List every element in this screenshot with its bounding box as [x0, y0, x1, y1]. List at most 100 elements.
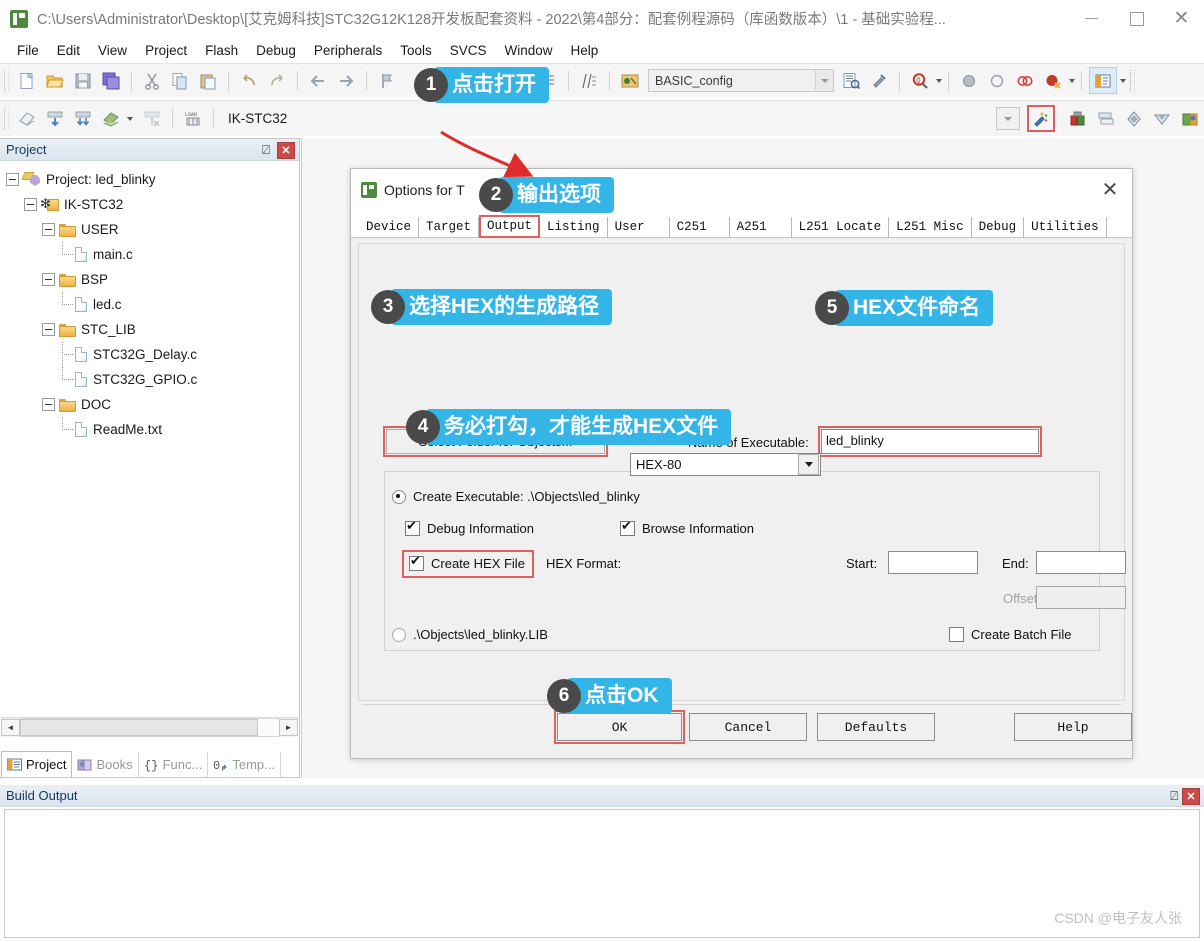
tab-a251[interactable]: A251	[730, 217, 792, 238]
cancel-button[interactable]: Cancel	[689, 713, 807, 741]
redo-button[interactable]	[264, 68, 290, 93]
multi-project-button[interactable]	[1093, 106, 1119, 131]
tree-item-group-doc[interactable]: DOC	[6, 392, 299, 417]
help-button[interactable]: Help	[1014, 713, 1132, 741]
defaults-button[interactable]: Defaults	[817, 713, 935, 741]
scroll-left-icon[interactable]: ◄	[1, 719, 20, 736]
books-button[interactable]	[1177, 106, 1203, 131]
close-icon[interactable]: ✕	[1182, 788, 1200, 805]
maximize-button[interactable]	[1114, 0, 1159, 37]
translate-file-button[interactable]	[14, 106, 40, 131]
navigate-back-button[interactable]	[305, 68, 331, 93]
download-to-flash-button[interactable]: LOAD	[180, 106, 206, 131]
target-selector-combo[interactable]	[996, 107, 1020, 130]
expander-minus-icon[interactable]	[24, 198, 37, 211]
tab-debug[interactable]: Debug	[972, 217, 1025, 238]
chevron-down-icon[interactable]	[798, 454, 819, 475]
cut-button[interactable]	[139, 68, 165, 93]
create-hex-file-row[interactable]: Create HEX File	[402, 550, 534, 578]
insert-breakpoint-button[interactable]	[956, 68, 982, 93]
chevron-down-icon[interactable]	[936, 78, 942, 83]
new-file-button[interactable]	[14, 68, 40, 93]
project-window-toggle-button[interactable]	[1089, 67, 1117, 94]
chevron-down-icon[interactable]	[997, 109, 1018, 128]
manage-run-time-button[interactable]	[1149, 106, 1175, 131]
batch-build-button[interactable]	[98, 106, 124, 131]
tab-l251-misc[interactable]: L251 Misc	[889, 217, 972, 238]
name-of-executable-input[interactable]: led_blinky	[818, 426, 1042, 457]
close-window-button[interactable]: ✕	[1159, 0, 1204, 37]
create-hex-file-checkbox[interactable]	[409, 554, 424, 571]
tree-item-project[interactable]: Project: led_blinky	[6, 167, 299, 192]
tab-project[interactable]: Project	[1, 751, 73, 777]
expander-minus-icon[interactable]	[6, 173, 19, 186]
tab-utilities[interactable]: Utilities	[1024, 217, 1107, 238]
end-input[interactable]	[1036, 551, 1126, 574]
tab-functions[interactable]: {} Func...	[139, 752, 209, 777]
options-for-target-button[interactable]	[1027, 105, 1055, 132]
ok-button[interactable]: OK	[554, 710, 685, 744]
tab-user[interactable]: User	[608, 217, 670, 238]
tab-target[interactable]: Target	[419, 217, 480, 238]
scroll-thumb[interactable]	[20, 719, 258, 736]
pack-installer-button[interactable]	[1121, 106, 1147, 131]
save-all-button[interactable]	[98, 68, 124, 93]
tree-item-target[interactable]: IK-STC32	[6, 192, 299, 217]
tree-item-file-main-c[interactable]: main.c	[6, 242, 299, 267]
browse-information-row[interactable]: Browse Information	[620, 519, 754, 536]
tab-listing[interactable]: Listing	[540, 217, 608, 238]
tree-item-file-stc32g-gpio-c[interactable]: STC32G_GPIO.c	[6, 367, 299, 392]
rebuild-all-button[interactable]	[70, 106, 96, 131]
browse-information-checkbox[interactable]	[620, 519, 635, 536]
tree-item-file-led-c[interactable]: led.c	[6, 292, 299, 317]
kill-breakpoint-button[interactable]	[984, 68, 1010, 93]
hex-format-combo[interactable]: HEX-80	[630, 453, 821, 476]
open-file-button[interactable]	[42, 68, 68, 93]
chevron-down-icon[interactable]	[1069, 78, 1075, 83]
menu-item-peripherals[interactable]: Peripherals	[305, 41, 391, 60]
tab-c251[interactable]: C251	[670, 217, 730, 238]
dialog-close-button[interactable]: ✕	[1094, 174, 1126, 204]
find-in-files-button[interactable]: Q	[907, 68, 933, 93]
scroll-track[interactable]	[20, 718, 279, 737]
tab-device[interactable]: Device	[359, 217, 420, 238]
tab-books[interactable]: Books	[72, 752, 139, 777]
expander-minus-icon[interactable]	[42, 223, 55, 236]
toolbar-grip[interactable]	[1130, 70, 1135, 91]
offset-input[interactable]	[1036, 586, 1126, 609]
menu-item-flash[interactable]: Flash	[196, 41, 247, 60]
navigate-forward-button[interactable]	[333, 68, 359, 93]
debug-information-row[interactable]: Debug Information	[405, 519, 534, 536]
toolbar-grip[interactable]	[4, 70, 9, 91]
menu-item-tools[interactable]: Tools	[391, 41, 441, 60]
debug-information-checkbox[interactable]	[405, 519, 420, 536]
menu-item-project[interactable]: Project	[136, 41, 196, 60]
manage-components-button[interactable]	[1065, 106, 1091, 131]
create-executable-radio[interactable]	[392, 489, 406, 504]
menu-item-file[interactable]: File	[8, 41, 48, 60]
tree-item-group-stc-lib[interactable]: STC_LIB	[6, 317, 299, 342]
kill-all-breakpoints-button[interactable]	[1040, 68, 1066, 93]
project-horizontal-scrollbar[interactable]: ◄ ►	[1, 717, 298, 737]
copy-button[interactable]	[167, 68, 193, 93]
pin-icon[interactable]: ⍁	[259, 142, 273, 157]
toolbar-grip[interactable]	[4, 108, 9, 129]
chevron-down-icon[interactable]	[815, 71, 833, 90]
chevron-down-icon[interactable]	[1120, 78, 1126, 83]
stop-build-button[interactable]	[139, 106, 165, 131]
tab-templates[interactable]: 0, Temp...	[208, 752, 281, 777]
tree-item-file-stc32g-delay-c[interactable]: STC32G_Delay.c	[6, 342, 299, 367]
tree-item-group-user[interactable]: USER	[6, 217, 299, 242]
create-library-radio[interactable]	[392, 627, 406, 642]
save-button[interactable]	[70, 68, 96, 93]
undo-button[interactable]	[236, 68, 262, 93]
start-input[interactable]	[888, 551, 978, 574]
menu-item-edit[interactable]: Edit	[48, 41, 89, 60]
file-properties-button[interactable]	[838, 68, 864, 93]
disable-breakpoint-button[interactable]	[1012, 68, 1038, 93]
menu-item-view[interactable]: View	[89, 41, 136, 60]
configuration-wizard-button[interactable]	[617, 68, 643, 93]
create-executable-row[interactable]: Create Executable: .\Objects\led_blinky	[392, 489, 640, 504]
scroll-right-icon[interactable]: ►	[279, 719, 298, 736]
configuration-wizard-combo[interactable]: BASIC_config	[648, 69, 834, 92]
